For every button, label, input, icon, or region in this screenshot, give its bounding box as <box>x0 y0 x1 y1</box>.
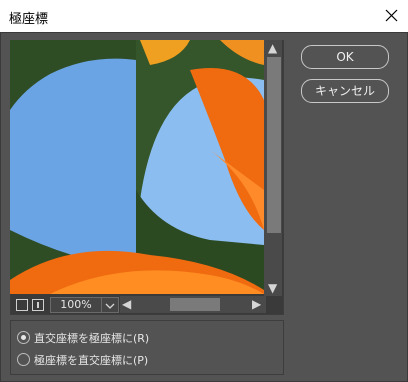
ok-button[interactable]: OK <box>301 45 389 69</box>
cancel-button[interactable]: キャンセル <box>301 79 389 103</box>
zoom-dropdown[interactable] <box>101 297 119 313</box>
option-polar-to-rect-label[interactable]: 極座標を直交座標に(P) <box>34 352 148 368</box>
arrow-right-icon[interactable]: ▶ <box>252 298 261 310</box>
option-rect-to-polar-radio[interactable] <box>17 331 30 344</box>
zoom-field[interactable]: 100% <box>50 297 102 313</box>
close-icon <box>385 9 398 22</box>
preview-image[interactable] <box>10 40 264 294</box>
dialog-title: 極座標 <box>9 12 49 27</box>
option-polar-to-rect-radio[interactable] <box>17 353 30 366</box>
arrow-down-icon[interactable]: ▼ <box>268 282 277 294</box>
arrow-left-icon[interactable]: ◀ <box>122 298 131 310</box>
preview-actual-size-icon[interactable] <box>32 299 44 311</box>
option-rect-to-polar-label[interactable]: 直交座標を極座標に(R) <box>34 330 149 346</box>
close-button[interactable] <box>374 0 408 32</box>
vertical-scroll-thumb[interactable] <box>267 57 281 233</box>
horizontal-scroll-thumb[interactable] <box>170 298 220 311</box>
arrow-up-icon[interactable]: ▲ <box>268 42 277 54</box>
chevron-down-icon <box>105 303 115 309</box>
title-bar: 極座標 <box>0 0 408 32</box>
preview-fit-icon[interactable] <box>16 299 28 311</box>
